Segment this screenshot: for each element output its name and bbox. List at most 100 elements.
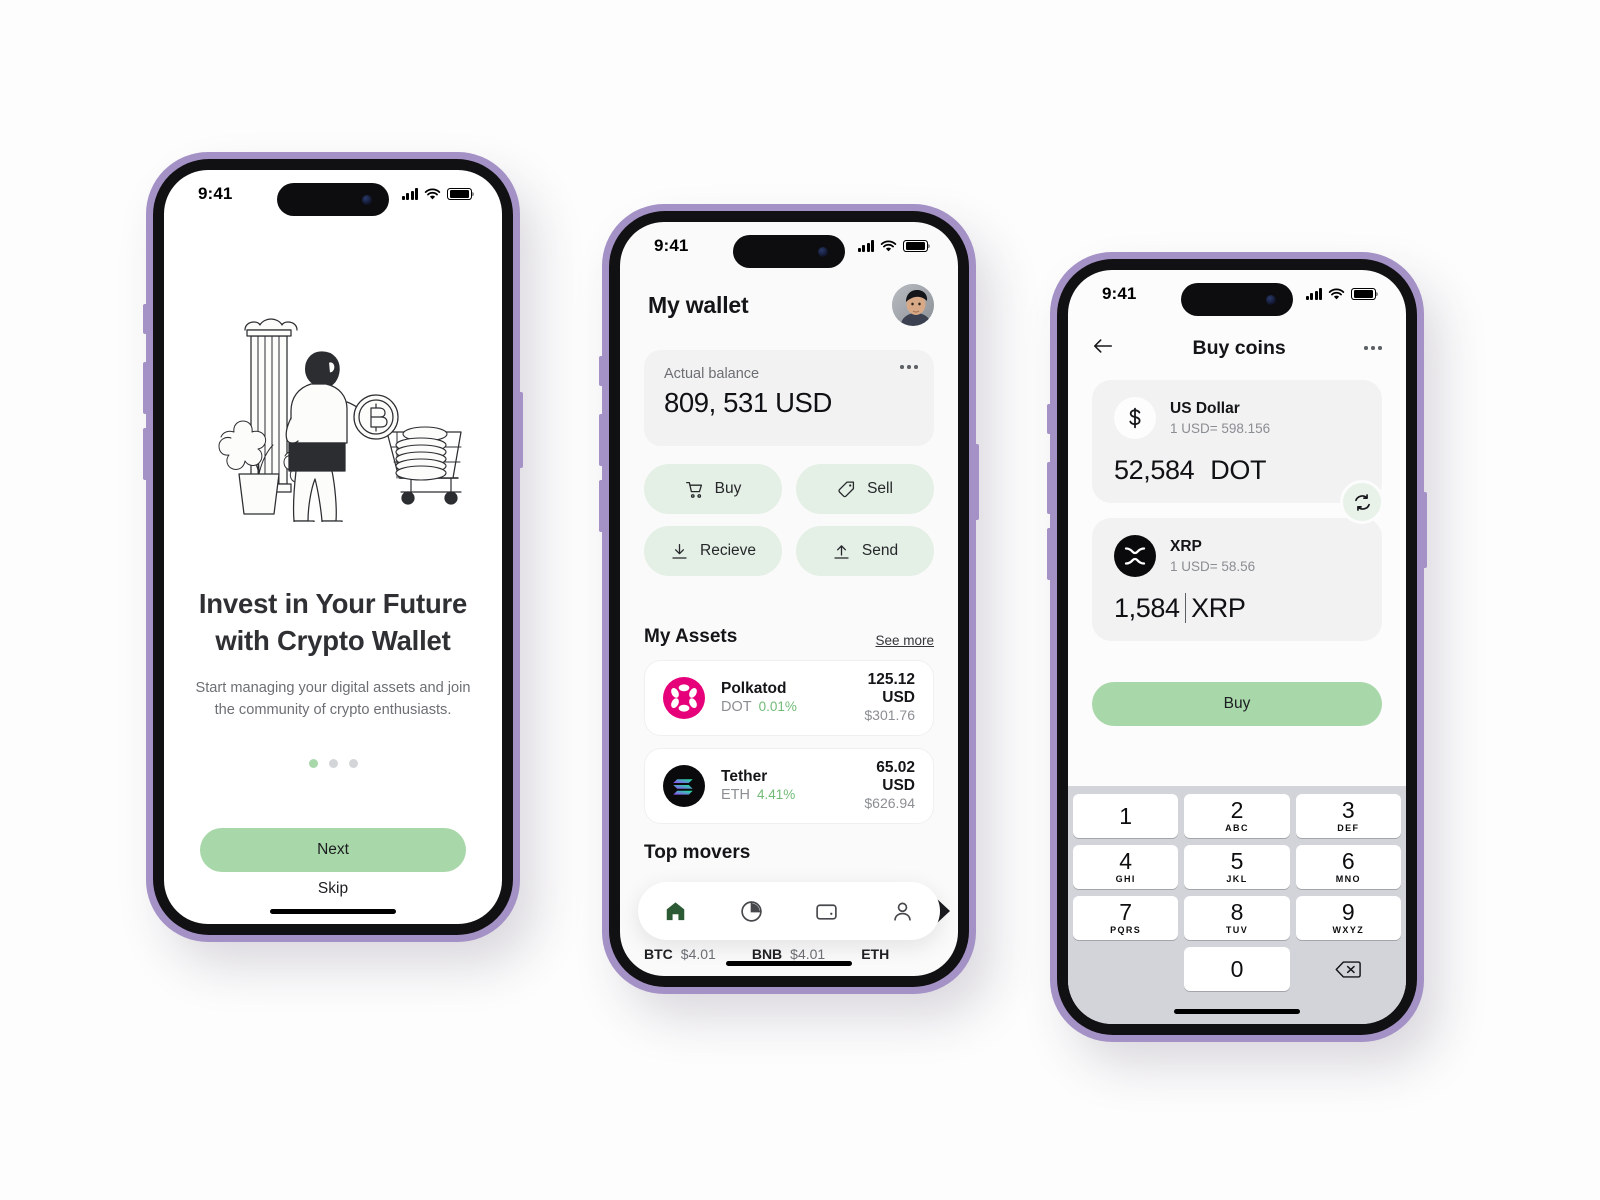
cellular-icon — [1305, 288, 1322, 300]
from-unit: DOT — [1210, 455, 1267, 485]
page-title: My wallet — [648, 291, 749, 318]
download-icon — [672, 543, 687, 559]
skip-button[interactable]: Skip — [164, 880, 502, 898]
recieve-button-label: Recieve — [700, 542, 756, 559]
volume-down-button[interactable] — [599, 480, 604, 532]
wallet-header: My wallet — [648, 284, 934, 326]
send-button[interactable]: Send — [796, 526, 934, 576]
buy-button[interactable]: Buy — [1092, 682, 1382, 726]
key-1[interactable]: 1 — [1073, 794, 1179, 838]
swap-button[interactable] — [1340, 480, 1384, 524]
key-2[interactable]: 2 ABC — [1184, 794, 1290, 838]
from-amount: 52,584 — [1114, 455, 1195, 485]
from-amount-row[interactable]: 52,584 DOT — [1114, 455, 1360, 486]
onboarding-screen: 9:41 Invest in Your Future with Crypto W… — [164, 170, 502, 924]
pager-dot-3[interactable] — [348, 759, 358, 768]
delete-key-icon — [1335, 960, 1362, 978]
power-button[interactable] — [974, 444, 979, 520]
tab-profile[interactable] — [890, 899, 915, 924]
tab-home[interactable] — [663, 899, 688, 924]
key-6[interactable]: 6 MNO — [1295, 845, 1401, 889]
sell-button-label: Sell — [867, 480, 893, 497]
key-0[interactable]: 0 — [1184, 947, 1290, 991]
convert-to-card[interactable]: XRP 1 USD= 58.56 1,584 XRP — [1092, 518, 1382, 641]
key-letters: MNO — [1335, 874, 1361, 884]
from-rate: 1 USD= 598.156 — [1170, 421, 1271, 436]
status-icons — [401, 187, 472, 201]
phone-buy-coins: 9:41 Buy coins US Dollar 1 USD= 598.156 … — [1047, 252, 1427, 1042]
key-delete[interactable] — [1296, 947, 1401, 991]
buy-button-label: Buy — [714, 480, 742, 497]
convert-from-card[interactable]: US Dollar 1 USD= 598.156 52,584 DOT — [1092, 380, 1382, 503]
asset-values: 65.02 USD $626.94 — [841, 759, 915, 813]
status-icons — [1305, 287, 1376, 301]
asset-symbol-row: ETH 4.41% — [721, 787, 795, 803]
home-icon — [667, 901, 685, 920]
pager-dots[interactable] — [164, 759, 502, 768]
next-button[interactable]: Next — [200, 828, 466, 872]
to-name: XRP — [1170, 538, 1202, 555]
cellular-icon — [857, 240, 874, 252]
key-7[interactable]: 7 PQRS — [1073, 896, 1179, 940]
avatar[interactable] — [892, 284, 934, 326]
mute-switch[interactable] — [143, 304, 148, 334]
wallet-icon — [816, 903, 837, 920]
buy-button[interactable]: Buy — [644, 464, 782, 514]
asset-fiat: $301.76 — [864, 707, 915, 723]
tab-stats[interactable] — [739, 899, 764, 924]
pager-dot-1[interactable] — [308, 759, 318, 768]
volume-up-button[interactable] — [1047, 462, 1052, 514]
asset-row-tether[interactable]: Tether ETH 4.41% 65.02 USD $626.94 — [644, 748, 934, 824]
balance-label: Actual balance — [664, 366, 760, 382]
price-tag-icon — [838, 481, 855, 497]
sell-button[interactable]: Sell — [796, 464, 934, 514]
pager-dot-2[interactable] — [328, 759, 338, 768]
to-amount-row[interactable]: 1,584 XRP — [1114, 593, 1360, 624]
status-time: 9:41 — [654, 236, 689, 255]
key-letters: TUV — [1225, 925, 1249, 935]
bottom-tab-bar — [638, 882, 940, 940]
key-number: 1 — [1119, 802, 1133, 829]
volume-up-button[interactable] — [143, 362, 148, 414]
back-arrow-icon — [1093, 338, 1113, 353]
volume-down-button[interactable] — [143, 428, 148, 480]
keypad-grid: 1 2 ABC 3 DEF 4 GHI 5 JKL 6 MNO 7 PQRS 8… — [1073, 794, 1401, 991]
mute-switch[interactable] — [1047, 404, 1052, 434]
to-unit: XRP — [1191, 593, 1246, 623]
asset-name: Tether — [721, 768, 768, 785]
power-button[interactable] — [1422, 492, 1427, 568]
key-4[interactable]: 4 GHI — [1073, 845, 1179, 889]
mover-symbol: BNB — [751, 946, 783, 962]
text-cursor — [1184, 593, 1187, 623]
from-identity: US Dollar 1 USD= 598.156 — [1114, 397, 1360, 439]
mover-bnb[interactable]: BNB $4.01 — [752, 946, 825, 962]
from-name: US Dollar — [1170, 400, 1240, 417]
mover-btc[interactable]: BTC $4.01 — [644, 946, 716, 962]
more-options-icon[interactable] — [1364, 346, 1382, 350]
mute-switch[interactable] — [599, 356, 604, 386]
tab-wallet[interactable] — [814, 899, 839, 924]
volume-up-button[interactable] — [599, 414, 604, 466]
person-icon — [893, 902, 911, 921]
key-5[interactable]: 5 JKL — [1184, 845, 1290, 889]
back-button[interactable] — [1092, 336, 1114, 361]
recieve-button[interactable]: Recieve — [644, 526, 782, 576]
power-button[interactable] — [518, 392, 523, 468]
key-letters: ABC — [1225, 823, 1249, 833]
key-8[interactable]: 8 TUV — [1184, 896, 1290, 940]
top-movers-header: Top movers — [644, 842, 934, 864]
key-9[interactable]: 9 WXYZ — [1295, 896, 1401, 940]
asset-fiat: $626.94 — [864, 795, 915, 811]
key-3[interactable]: 3 DEF — [1295, 794, 1401, 838]
more-options-icon[interactable] — [900, 365, 918, 369]
see-more-link[interactable]: See more — [875, 633, 934, 648]
volume-down-button[interactable] — [1047, 528, 1052, 580]
my-assets-header: My Assets See more — [644, 626, 934, 648]
asset-identity: Tether ETH 4.41% — [721, 768, 825, 804]
xrp-icon — [1114, 535, 1156, 577]
upload-icon — [834, 544, 849, 559]
mover-eth[interactable]: ETH — [861, 946, 897, 962]
key-number: 8 — [1230, 899, 1244, 925]
asset-row-polkadot[interactable]: Polkatod DOT 0.01% 125.12 USD $301.76 — [644, 660, 934, 736]
battery-icon — [903, 239, 928, 253]
